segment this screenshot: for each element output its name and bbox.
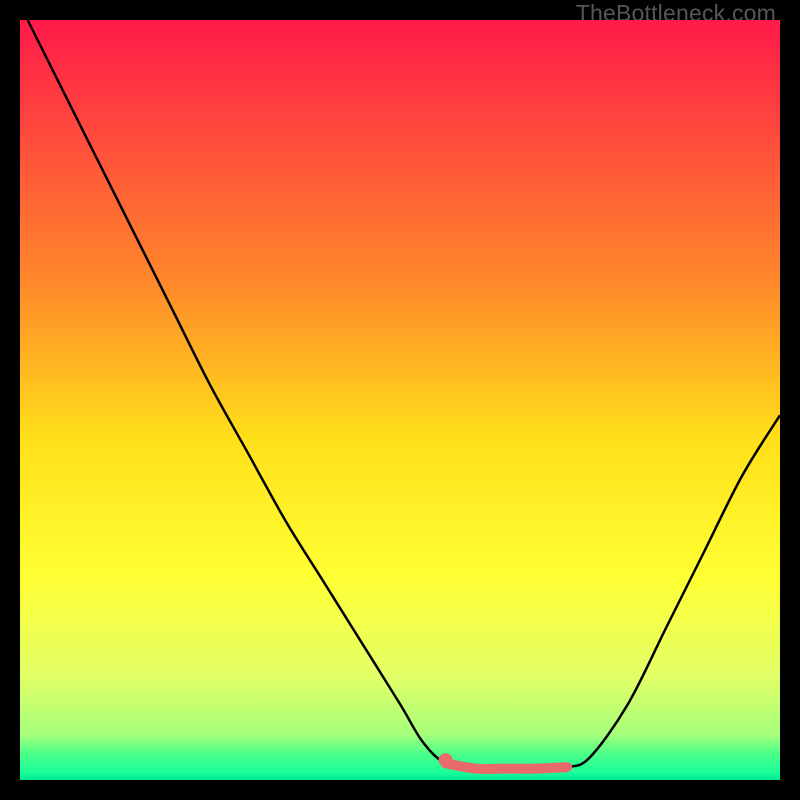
chart-background (20, 20, 780, 780)
chart-container: TheBottleneck.com (0, 0, 800, 800)
chart-plot (20, 20, 780, 780)
highlight-segment (446, 763, 568, 769)
marker-dot (439, 753, 453, 767)
